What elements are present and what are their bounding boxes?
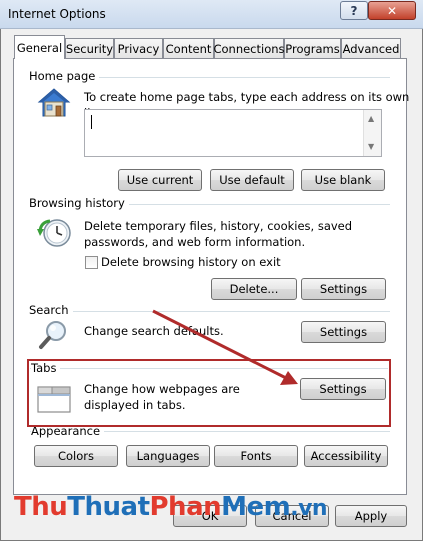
- magnifier-icon: [39, 321, 66, 349]
- appearance-label: Appearance: [31, 424, 105, 438]
- tab-connections[interactable]: Connections: [213, 38, 285, 58]
- scroll-down-icon[interactable]: ▼: [368, 142, 374, 151]
- tab-security[interactable]: Security: [65, 38, 114, 58]
- scroll-up-icon[interactable]: ▲: [368, 114, 374, 123]
- delete-history-button[interactable]: Delete...: [211, 278, 297, 300]
- site-watermark: ThuThuatPhanMem.vn: [14, 492, 328, 522]
- watermark-part4: Mem: [221, 492, 291, 522]
- tab-content[interactable]: Content: [163, 38, 214, 58]
- use-current-button[interactable]: Use current: [118, 169, 202, 191]
- fonts-button[interactable]: Fonts: [214, 445, 298, 467]
- textarea-scrollbar[interactable]: ▲ ▼: [363, 110, 381, 156]
- home-page-label: Home page: [29, 69, 100, 83]
- help-button[interactable]: ?: [340, 1, 368, 20]
- search-label: Search: [29, 303, 73, 317]
- close-button[interactable]: ✕: [368, 1, 416, 20]
- home-page-url-textarea[interactable]: ▲ ▼: [84, 109, 382, 157]
- home-icon: [37, 88, 71, 117]
- watermark-part5: .vn: [290, 496, 328, 521]
- watermark-part3: Phan: [149, 492, 222, 522]
- watermark-part1: Thu: [14, 492, 68, 522]
- history-clock-icon: [37, 219, 71, 247]
- tabs-description: Change how webpages are displayed in tab…: [84, 382, 240, 412]
- colors-button[interactable]: Colors: [34, 445, 118, 467]
- browsing-history-description: Delete temporary files, history, cookies…: [84, 219, 353, 249]
- tabs-window-icon: [37, 386, 71, 413]
- apply-button[interactable]: Apply: [335, 505, 407, 527]
- tab-general[interactable]: General: [14, 35, 65, 59]
- text-caret: [91, 115, 92, 129]
- delete-on-exit-label[interactable]: Delete browsing history on exit: [101, 254, 281, 270]
- delete-on-exit-checkbox[interactable]: [85, 256, 98, 269]
- history-settings-button[interactable]: Settings: [301, 278, 386, 300]
- use-blank-button[interactable]: Use blank: [301, 169, 385, 191]
- search-description: Change search defaults.: [84, 324, 224, 338]
- watermark-part2: Thuat: [67, 492, 150, 522]
- accessibility-button[interactable]: Accessibility: [304, 445, 388, 467]
- tabs-divider: [30, 368, 388, 369]
- browsing-history-label: Browsing history: [29, 196, 129, 210]
- use-default-button[interactable]: Use default: [210, 169, 294, 191]
- window-title: Internet Options: [8, 7, 106, 21]
- search-settings-button[interactable]: Settings: [301, 321, 386, 343]
- tabs-settings-button[interactable]: Settings: [300, 378, 386, 400]
- tab-advanced[interactable]: Advanced: [341, 38, 401, 58]
- tab-programs[interactable]: Programs: [284, 38, 341, 58]
- languages-button[interactable]: Languages: [126, 445, 210, 467]
- tab-privacy[interactable]: Privacy: [114, 38, 163, 58]
- tabs-label: Tabs: [31, 361, 61, 375]
- search-divider: [30, 311, 390, 312]
